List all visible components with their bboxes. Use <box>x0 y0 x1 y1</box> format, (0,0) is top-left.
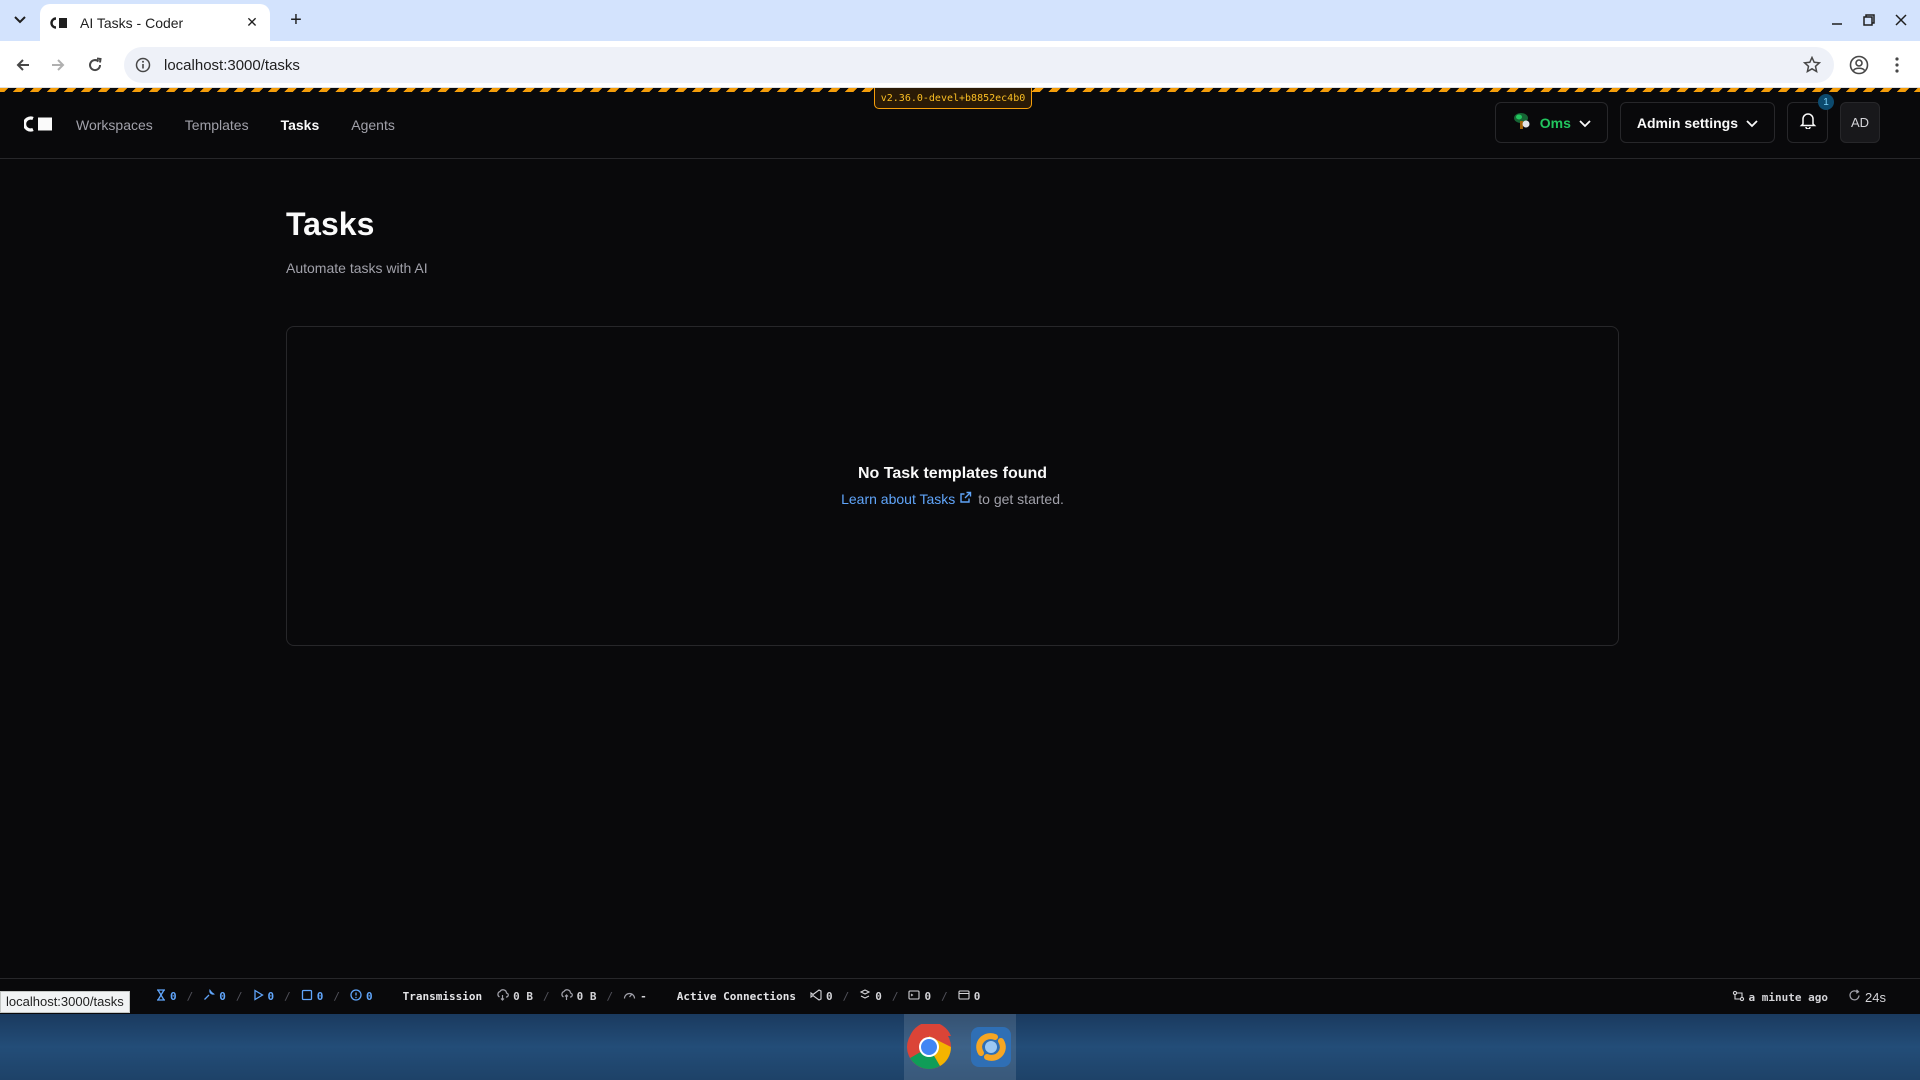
back-icon[interactable] <box>10 52 36 78</box>
learn-link-text: Learn about Tasks <box>841 491 956 507</box>
notifications-button[interactable]: 1 <box>1787 94 1834 143</box>
stop-icon <box>301 989 313 1004</box>
refresh-timer[interactable]: 24s <box>1848 989 1886 1005</box>
main-nav: Workspaces Templates Tasks Agents <box>76 92 395 158</box>
transmission-group: Transmission 0 B / 0 B / - <box>402 989 647 1004</box>
empty-state-suffix: to get started. <box>978 491 1064 507</box>
jetbrains-icon <box>859 989 871 1004</box>
external-link-icon <box>959 491 972 507</box>
org-name: Oms <box>1539 114 1571 131</box>
chrome-icon[interactable] <box>904 1022 954 1072</box>
terminal-icon <box>908 989 921 1004</box>
jetbrains-connections[interactable]: 0 <box>859 989 882 1004</box>
play-icon <box>253 989 264 1004</box>
pending-count[interactable]: 0 <box>156 989 177 1004</box>
new-tab-icon[interactable]: + <box>284 8 308 32</box>
nav-agents[interactable]: Agents <box>351 117 395 133</box>
chevron-down-icon <box>1579 115 1591 131</box>
latency-stat[interactable]: - <box>623 989 647 1004</box>
hourglass-icon <box>156 989 166 1004</box>
empty-state-description: Learn about Tasks to get started. <box>841 491 1064 507</box>
minimize-icon[interactable] <box>1828 8 1846 32</box>
tab-title: AI Tasks - Coder <box>80 14 184 31</box>
page-title: Tasks <box>286 206 375 242</box>
reload-icon[interactable] <box>82 52 108 78</box>
nav-templates[interactable]: Templates <box>185 117 249 133</box>
git-compare-icon <box>1732 990 1745 1005</box>
profile-icon[interactable] <box>1846 52 1872 78</box>
running-count[interactable]: 0 <box>253 989 274 1004</box>
last-updated[interactable]: a minute ago <box>1732 990 1828 1005</box>
admin-settings-label: Admin settings <box>1636 114 1738 131</box>
url-text: localhost:3000/tasks <box>164 56 300 74</box>
learn-about-tasks-link[interactable]: Learn about Tasks <box>841 491 972 507</box>
org-switcher-button[interactable]: Oms <box>1494 102 1608 143</box>
nav-tasks[interactable]: Tasks <box>281 117 320 133</box>
transmission-label: Transmission <box>402 990 483 1003</box>
ssh-connections[interactable]: 0 <box>908 989 931 1004</box>
bell-icon <box>1799 111 1817 134</box>
address-bar[interactable]: localhost:3000/tasks <box>124 47 1834 83</box>
os-taskbar <box>0 1014 1920 1080</box>
building-count[interactable]: 0 <box>203 988 226 1004</box>
status-bar-right: a minute ago 24s <box>1732 979 1886 1015</box>
notification-count-badge: 1 <box>1818 94 1834 110</box>
browser-toolbar: localhost:3000/tasks <box>0 41 1920 88</box>
empty-state-title: No Task templates found <box>857 465 1048 482</box>
chevron-down-icon <box>1746 115 1758 131</box>
cloud-download-icon <box>496 989 509 1004</box>
vscode-connections[interactable]: 0 <box>810 989 833 1004</box>
gauge-icon <box>623 989 636 1004</box>
empty-state-card: No Task templates found Learn about Task… <box>286 326 1619 646</box>
page-subtitle: Automate tasks with AI <box>286 260 428 276</box>
coder-favicon-icon <box>50 16 68 30</box>
nav-workspaces[interactable]: Workspaces <box>76 117 153 133</box>
browser-tab-bar: AI Tasks - Coder ✕ + <box>0 0 1920 41</box>
coder-logo-icon[interactable] <box>24 114 54 134</box>
admin-settings-button[interactable]: Admin settings <box>1619 102 1775 143</box>
close-tab-icon[interactable]: ✕ <box>244 14 260 31</box>
workspace-status-group: 0 / 0 / 0 / 0 / 0 <box>156 988 373 1004</box>
vscode-icon <box>810 989 822 1004</box>
link-hover-url: localhost:3000/tasks <box>0 991 130 1013</box>
app-launcher-icon[interactable] <box>966 1022 1016 1072</box>
refresh-icon <box>1848 989 1861 1005</box>
user-avatar[interactable]: AD <box>1840 102 1880 143</box>
tab-search-icon[interactable] <box>8 8 32 32</box>
forward-icon[interactable] <box>45 52 71 78</box>
restore-icon[interactable] <box>1860 8 1878 32</box>
window-controls <box>1828 8 1910 32</box>
connections-group: Active Connections 0 / 0 / 0 / 0 <box>676 989 981 1004</box>
deployment-status-bar: 0 / 0 / 0 / 0 / 0 Transmission 0 B / 0 B… <box>0 978 1920 1014</box>
taskbar-apps <box>904 1014 1016 1080</box>
bookmark-star-icon[interactable] <box>1798 51 1826 79</box>
web-terminal-connections[interactable]: 0 <box>958 989 980 1004</box>
alert-circle-icon <box>350 989 362 1004</box>
browser-window-icon <box>958 989 970 1004</box>
browser-menu-icon[interactable] <box>1884 52 1910 78</box>
upload-stat[interactable]: 0 B <box>560 989 596 1004</box>
app-navbar: Workspaces Templates Tasks Agents Oms Ad… <box>0 92 1920 159</box>
wrench-icon <box>203 988 216 1004</box>
download-stat[interactable]: 0 B <box>496 989 533 1004</box>
site-info-icon[interactable] <box>132 54 154 76</box>
cloud-upload-icon <box>560 989 573 1004</box>
failed-count[interactable]: 0 <box>350 989 373 1004</box>
browser-tab[interactable]: AI Tasks - Coder ✕ <box>40 4 270 41</box>
navbar-actions: Oms Admin settings 1 AD <box>1494 94 1880 143</box>
active-connections-label: Active Connections <box>676 990 796 1003</box>
org-avatar-icon <box>1512 111 1532 134</box>
close-window-icon[interactable] <box>1892 8 1910 32</box>
stopped-count[interactable]: 0 <box>301 989 323 1004</box>
